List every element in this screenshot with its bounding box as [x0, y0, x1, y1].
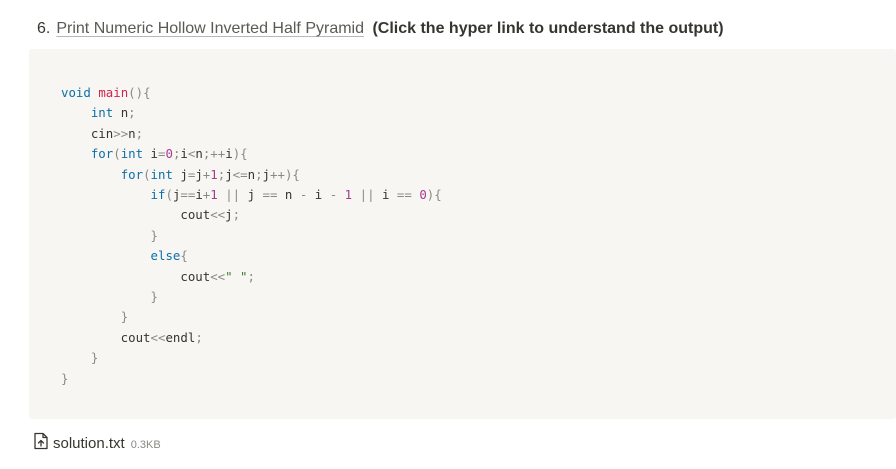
attachment-filename: solution.txt — [53, 434, 125, 452]
item-heading: 6. Print Numeric Hollow Inverted Half Pyr… — [37, 17, 724, 41]
code-content: void main(){ int n; cin>>n; for(int i=0;… — [61, 85, 442, 386]
code-block: void main(){ int n; cin>>n; for(int i=0;… — [29, 49, 896, 419]
heading-note: (Click the hyper link to understand the … — [372, 20, 724, 37]
attachment-size: 0.3KB — [130, 438, 161, 451]
pyramid-hyperlink[interactable]: Print Numeric Hollow Inverted Half Pyram… — [56, 20, 364, 37]
item-number: 6. — [37, 20, 51, 37]
file-upload-icon — [33, 432, 53, 455]
file-attachment[interactable]: solution.txt 0.3KB — [33, 432, 161, 454]
